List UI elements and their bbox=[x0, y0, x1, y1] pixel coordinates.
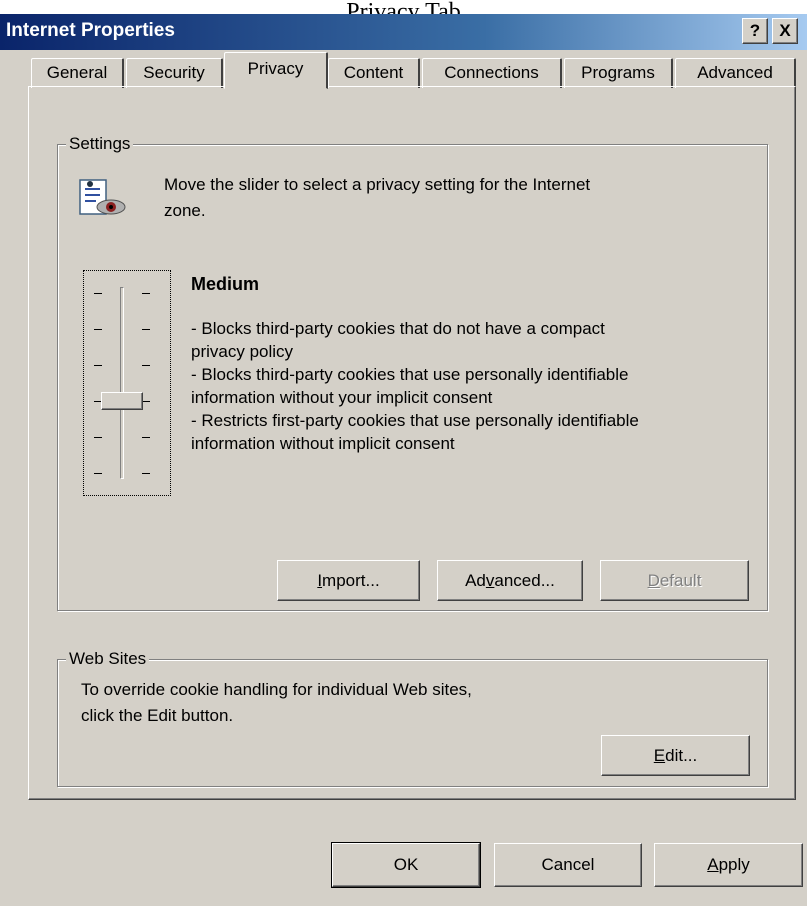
privacy-eye-icon bbox=[79, 179, 126, 215]
tab-label: Content bbox=[343, 63, 404, 82]
privacy-level-name: Medium bbox=[191, 274, 260, 294]
instruction-line-1: Move the slider to select a privacy sett… bbox=[164, 175, 591, 194]
description-line: privacy policy bbox=[191, 342, 294, 361]
tab-connections[interactable]: Connections bbox=[422, 58, 562, 88]
tab-label: Programs bbox=[581, 63, 655, 82]
description-line: - Blocks third-party cookies that use pe… bbox=[191, 365, 629, 384]
slider-tick bbox=[94, 473, 102, 474]
tab-general[interactable]: General bbox=[31, 58, 124, 88]
privacy-level-slider[interactable] bbox=[83, 270, 171, 496]
tab-security[interactable]: Security bbox=[126, 58, 223, 88]
ok-button[interactable]: OK bbox=[331, 842, 481, 888]
tab-label: Connections bbox=[444, 63, 539, 82]
slider-tick bbox=[142, 293, 150, 294]
description-line: information without your implicit consen… bbox=[191, 388, 493, 407]
import-button[interactable]: Import... bbox=[277, 560, 420, 601]
help-icon: ? bbox=[749, 21, 761, 40]
web-sites-line-1: To override cookie handling for individu… bbox=[81, 680, 472, 699]
description-line: information without implicit consent bbox=[191, 434, 455, 453]
tab-programs[interactable]: Programs bbox=[564, 58, 673, 88]
tab-label: Security bbox=[143, 63, 205, 82]
edit-button[interactable]: Edit... bbox=[601, 735, 750, 776]
slider-tick bbox=[142, 329, 150, 330]
advanced-button[interactable]: Advanced... bbox=[437, 560, 583, 601]
slider-tick bbox=[94, 329, 102, 330]
default-button: Default bbox=[600, 560, 749, 601]
tab-label: Advanced bbox=[697, 63, 773, 82]
slider-tick bbox=[142, 473, 150, 474]
window-caption: Privacy Tab bbox=[346, 0, 461, 14]
window-title: Internet Properties bbox=[6, 20, 175, 41]
title-bar[interactable]: Internet Properties ? X bbox=[0, 14, 807, 50]
description-line: - Restricts first-party cookies that use… bbox=[191, 411, 639, 430]
apply-button[interactable]: Apply bbox=[654, 843, 803, 887]
help-button[interactable]: ? bbox=[742, 18, 768, 44]
close-icon: X bbox=[779, 21, 791, 40]
web-sites-legend: Web Sites bbox=[66, 649, 150, 669]
tab-label: Privacy bbox=[247, 59, 304, 78]
slider-thumb[interactable] bbox=[101, 392, 143, 410]
slider-tick bbox=[142, 365, 150, 366]
tab-label: General bbox=[46, 63, 108, 82]
cancel-button[interactable]: Cancel bbox=[494, 843, 642, 887]
slider-tick bbox=[94, 365, 102, 366]
slider-tick bbox=[142, 437, 150, 438]
settings-legend: Settings bbox=[66, 134, 134, 154]
instruction-line-2: zone. bbox=[164, 201, 206, 220]
close-button[interactable]: X bbox=[772, 18, 798, 44]
web-sites-line-2: click the Edit button. bbox=[81, 706, 234, 725]
slider-tick bbox=[94, 293, 102, 294]
slider-track[interactable] bbox=[120, 287, 124, 479]
slider-tick bbox=[142, 401, 150, 402]
slider-tick bbox=[94, 437, 102, 438]
tab-advanced[interactable]: Advanced bbox=[675, 58, 796, 88]
tab-content[interactable]: Content bbox=[328, 58, 420, 88]
description-line: - Blocks third-party cookies that do not… bbox=[191, 319, 605, 338]
tab-privacy[interactable]: Privacy bbox=[224, 52, 328, 89]
